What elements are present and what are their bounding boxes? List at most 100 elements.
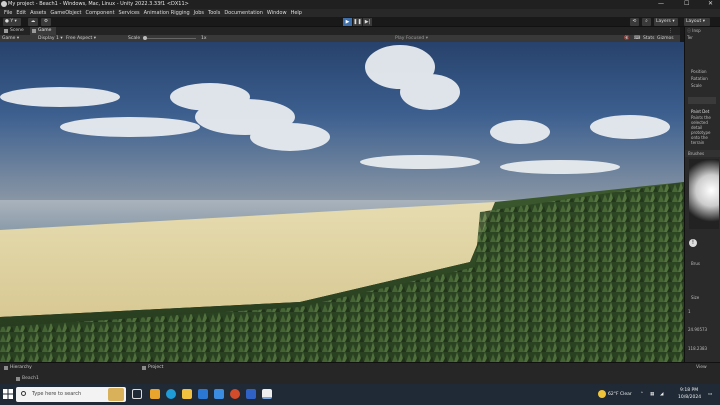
game-icon <box>32 29 36 33</box>
tab-menu-icon[interactable]: ⋮ <box>668 28 673 34</box>
maximize-button[interactable]: ☐ <box>684 0 689 7</box>
mute-audio-icon[interactable]: 🔇 <box>624 35 630 42</box>
folder-icon[interactable] <box>182 389 192 399</box>
game-mode-dropdown[interactable]: Game ▾ <box>2 35 19 42</box>
file-explorer-icon[interactable] <box>150 389 160 399</box>
folder-icon <box>142 365 146 370</box>
windows-start-icon[interactable] <box>3 389 13 399</box>
value-field[interactable]: 24.90573 <box>688 327 707 332</box>
position-label: Position <box>691 69 707 74</box>
close-button[interactable]: ✕ <box>708 0 713 7</box>
step-button[interactable]: ▶| <box>363 18 372 26</box>
volume-icon[interactable]: ◢ <box>660 392 663 397</box>
account-icon: ● <box>5 19 9 24</box>
weather-text[interactable]: 62°F Clear <box>608 392 632 397</box>
view-tabs: Scene Game ⋮ <box>0 27 680 35</box>
menu-edit[interactable]: Edit <box>16 10 26 16</box>
scale-slider-track[interactable] <box>146 38 196 39</box>
store-icon[interactable] <box>214 389 224 399</box>
windows-taskbar: Type here to search 62°F Clear ⌃ ▦ ◢ 9:1… <box>0 384 720 405</box>
search-highlight-icon <box>108 388 124 401</box>
brushes-section-header[interactable]: Brushes <box>685 150 720 157</box>
weather-icon <box>598 390 606 398</box>
title-bar: My project - Beach1 - Windows, Mac, Linu… <box>0 0 720 9</box>
stats-button[interactable]: Stats <box>643 35 655 42</box>
aspect-dropdown[interactable]: Free Aspect ▾ <box>66 35 96 42</box>
notification-icon[interactable]: ▭ <box>708 392 712 397</box>
taskbar-search-input[interactable]: Type here to search <box>16 387 126 402</box>
info-icon: ! <box>689 239 697 247</box>
terrain-tab[interactable]: Ter <box>687 35 693 40</box>
play-button[interactable]: ▶ <box>343 18 352 26</box>
brush-label: Brus <box>691 261 701 266</box>
display-dropdown[interactable]: Display 1 ▾ <box>38 35 63 42</box>
main-toolbar: ● Y ▾ ☁ ⚙ ▶ ❚❚ ▶| ⟲ ⌕ Layers ▾ Layout ▾ <box>0 17 720 27</box>
inspector-tab[interactable]: ⓘ Insp <box>687 28 701 34</box>
menu-services[interactable]: Services <box>119 10 140 16</box>
scale-value: 1x <box>201 36 207 41</box>
search-icon <box>21 391 26 396</box>
menu-window[interactable]: Window <box>267 10 287 16</box>
cloud-icon[interactable]: ☁ <box>28 18 38 26</box>
scene-icon <box>16 376 20 381</box>
app-icon[interactable] <box>246 389 256 399</box>
pause-button[interactable]: ❚❚ <box>353 18 362 26</box>
minimize-button[interactable]: — <box>658 0 664 7</box>
brush-preview[interactable] <box>689 159 719 229</box>
menu-bar: File Edit Assets GameObject Component Se… <box>0 9 720 17</box>
scene-icon <box>4 29 8 33</box>
layers-dropdown[interactable]: Layers ▾ <box>654 18 678 26</box>
value-field[interactable]: 1 <box>688 309 691 314</box>
clock-time[interactable]: 9:18 PM <box>680 388 698 393</box>
menu-tools[interactable]: Tools <box>208 10 220 16</box>
value-field[interactable]: 118.2383 <box>688 346 707 351</box>
window-title: My project - Beach1 - Windows, Mac, Linu… <box>8 1 189 7</box>
account-dropdown[interactable]: ● Y ▾ <box>3 18 21 26</box>
history-icon[interactable]: ⟲ <box>630 18 639 26</box>
browser-icon[interactable] <box>230 389 240 399</box>
bottom-panels: Hierarchy Project Beach1 View <box>0 362 720 384</box>
search-icon[interactable]: ⌕ <box>642 18 651 26</box>
collab-icon[interactable]: ⚙ <box>41 18 51 26</box>
menu-file[interactable]: File <box>4 10 12 16</box>
layout-dropdown[interactable]: Layout ▾ <box>684 18 710 26</box>
scale-label-inspector: Scale <box>691 83 702 88</box>
play-controls: ▶ ❚❚ ▶| <box>343 18 372 26</box>
network-icon[interactable]: ▦ <box>650 392 654 397</box>
unity-taskbar-icon[interactable] <box>262 389 272 399</box>
menu-help[interactable]: Help <box>291 10 302 16</box>
scene-item[interactable]: Beach1 <box>14 375 39 382</box>
game-view[interactable] <box>0 42 684 362</box>
gizmos-dropdown[interactable]: Gizmos <box>657 35 674 42</box>
inspector-panel: ⓘ Insp Ter Position Rotation Scale Paint… <box>684 27 720 362</box>
menu-documentation[interactable]: Documentation <box>224 10 263 16</box>
scale-slider-handle[interactable] <box>143 36 147 40</box>
unity-logo-icon <box>1 1 7 7</box>
shortcuts-icon[interactable]: ⌨ <box>634 35 641 42</box>
menu-assets[interactable]: Assets <box>30 10 46 16</box>
tool-desc-line: terrain <box>691 140 705 145</box>
menu-jobs[interactable]: Jobs <box>194 10 204 16</box>
tray-chevron-icon[interactable]: ⌃ <box>640 392 644 397</box>
hierarchy-icon <box>4 365 8 370</box>
tab-project[interactable]: Project <box>140 364 163 371</box>
rotation-label: Rotation <box>691 76 708 81</box>
tab-scene[interactable]: Scene <box>2 27 30 35</box>
game-render <box>0 42 684 362</box>
task-view-icon[interactable] <box>132 389 142 399</box>
tab-game[interactable]: Game <box>30 27 56 35</box>
tab-hierarchy[interactable]: Hierarchy <box>2 364 32 371</box>
tool-title: Paint Det <box>691 109 710 114</box>
menu-gameobject[interactable]: GameObject <box>50 10 81 16</box>
menu-animation-rigging[interactable]: Animation Rigging <box>144 10 190 16</box>
game-toolbar: Game ▾ Display 1 ▾ Free Aspect ▾ Scale 1… <box>0 35 680 42</box>
terrain-tools-bar[interactable] <box>688 97 716 104</box>
menu-component[interactable]: Component <box>86 10 115 16</box>
scale-label: Scale <box>128 36 141 41</box>
size-label: Size <box>691 295 700 300</box>
edge-icon[interactable] <box>166 389 176 399</box>
play-focused-dropdown[interactable]: Play Focused ▾ <box>395 35 428 42</box>
clock-date[interactable]: 10/8/2024 <box>678 395 701 400</box>
mail-icon[interactable] <box>198 389 208 399</box>
view-label: View <box>696 365 707 370</box>
